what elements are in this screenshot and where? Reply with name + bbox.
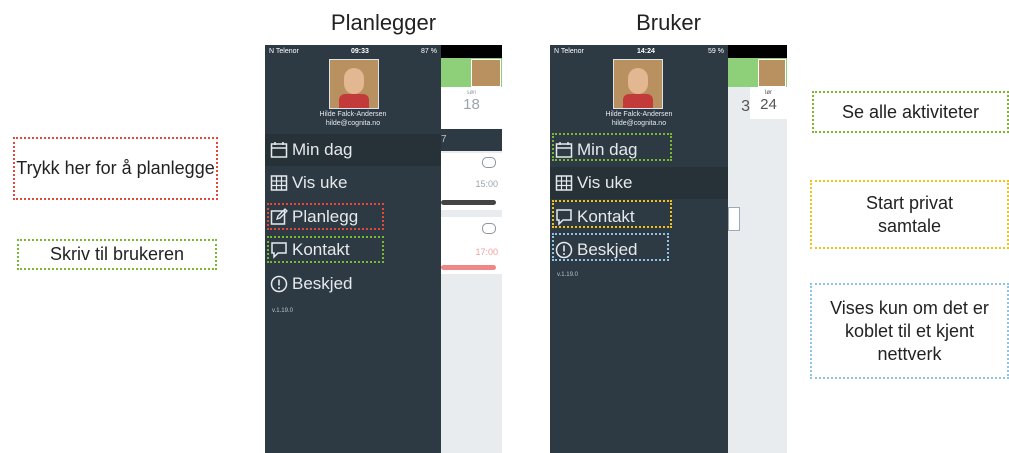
row-number: 7	[441, 134, 447, 145]
battery: 59 %	[708, 48, 724, 55]
event-bar-2	[441, 265, 496, 270]
chat-icon	[482, 157, 496, 168]
status-bar: N Telenor 14:24 59 %	[550, 45, 728, 58]
version-label: v.1.19.0	[272, 308, 293, 314]
clock: 09:33	[350, 48, 369, 55]
alert-icon	[270, 275, 288, 293]
clock: 14:24	[636, 48, 655, 55]
highlight-kontakt	[267, 236, 384, 263]
highlight-beskjed	[552, 233, 669, 261]
menu-min-dag[interactable]: Min dag	[265, 134, 441, 166]
annotation-private-text: Start privat samtale	[865, 192, 954, 236]
event-time-2: 17:00	[475, 247, 498, 257]
profile-name: Hilde Falck-Andersen	[605, 111, 673, 118]
menu-label: Vis uke	[577, 173, 633, 192]
highlight-kontakt	[552, 200, 672, 228]
profile-avatar[interactable]	[613, 59, 663, 109]
annotation-write: Skriv til brukeren	[17, 239, 217, 270]
planner-phone: søn 18 7 15:00 17:00 N Telenor 09:33 87 …	[265, 45, 502, 453]
annotation-plan: Trykk her for å planlegge	[13, 137, 218, 200]
profile-email: hilde@cognita.no	[325, 120, 381, 127]
calendar-icon	[270, 142, 288, 158]
menu-vis-uke[interactable]: Vis uke	[550, 167, 728, 199]
calendar-day-cell[interactable]: søn 18	[441, 87, 502, 129]
highlight-min-dag	[552, 133, 672, 161]
user-title: Bruker	[636, 10, 701, 35]
event-time-1: 15:00	[475, 179, 498, 189]
menu-label: Beskjed	[292, 274, 353, 293]
grid-icon	[270, 175, 288, 191]
calendar-row: 7	[441, 129, 502, 151]
status-bar: N Telenor 09:33 87 %	[265, 45, 441, 58]
highlight-planlegg	[267, 203, 384, 230]
menu-label: Min dag	[292, 140, 353, 159]
annotation-private: Start privat samtale	[810, 180, 1009, 249]
grid-icon	[555, 175, 573, 191]
calendar-background: søn 18 7 15:00 17:00	[441, 45, 502, 453]
chat-icon	[482, 223, 496, 234]
annotation-see-all-text: Se alle aktiviteter	[841, 101, 980, 122]
event-card-1[interactable]: 15:00	[441, 153, 502, 210]
annotation-network: Vises kun om det er koblet til et kjent …	[810, 283, 1009, 379]
carrier: N Telenor	[554, 48, 584, 55]
event-card-2[interactable]: 17:00	[441, 217, 502, 274]
calendar-avatar	[758, 59, 786, 87]
user-phone: 3 lør 24 N Telenor 14:24 59 % Hilde Falc…	[550, 45, 787, 453]
annotation-write-text: Skriv til brukeren	[49, 244, 185, 264]
day-number: 24	[760, 96, 777, 113]
menu-vis-uke[interactable]: Vis uke	[265, 167, 441, 199]
menu-label: Vis uke	[292, 173, 348, 192]
annotation-network-text: Vises kun om det er koblet til et kjent …	[830, 297, 989, 364]
version-label: v.1.19.0	[557, 272, 578, 278]
battery: 87 %	[421, 48, 437, 55]
carrier: N Telenor	[269, 48, 299, 55]
calendar-background: 3 lør 24	[728, 45, 787, 453]
annotation-plan-text: Trykk her for å planlegge	[16, 158, 215, 178]
calendar-day-cell[interactable]: lør 24	[750, 87, 787, 119]
profile-name: Hilde Falck-Andersen	[319, 111, 387, 118]
event-chip[interactable]	[728, 207, 740, 231]
day-number: 18	[463, 96, 480, 113]
menu-beskjed[interactable]: Beskjed	[265, 268, 441, 300]
event-bar-1	[441, 200, 496, 205]
calendar-avatar	[471, 59, 501, 87]
annotation-see-all: Se alle aktiviteter	[812, 91, 1009, 133]
day-prev: 3	[741, 98, 750, 115]
profile-avatar[interactable]	[329, 59, 379, 109]
profile-email: hilde@cognita.no	[611, 120, 667, 127]
planner-title: Planlegger	[330, 10, 437, 35]
